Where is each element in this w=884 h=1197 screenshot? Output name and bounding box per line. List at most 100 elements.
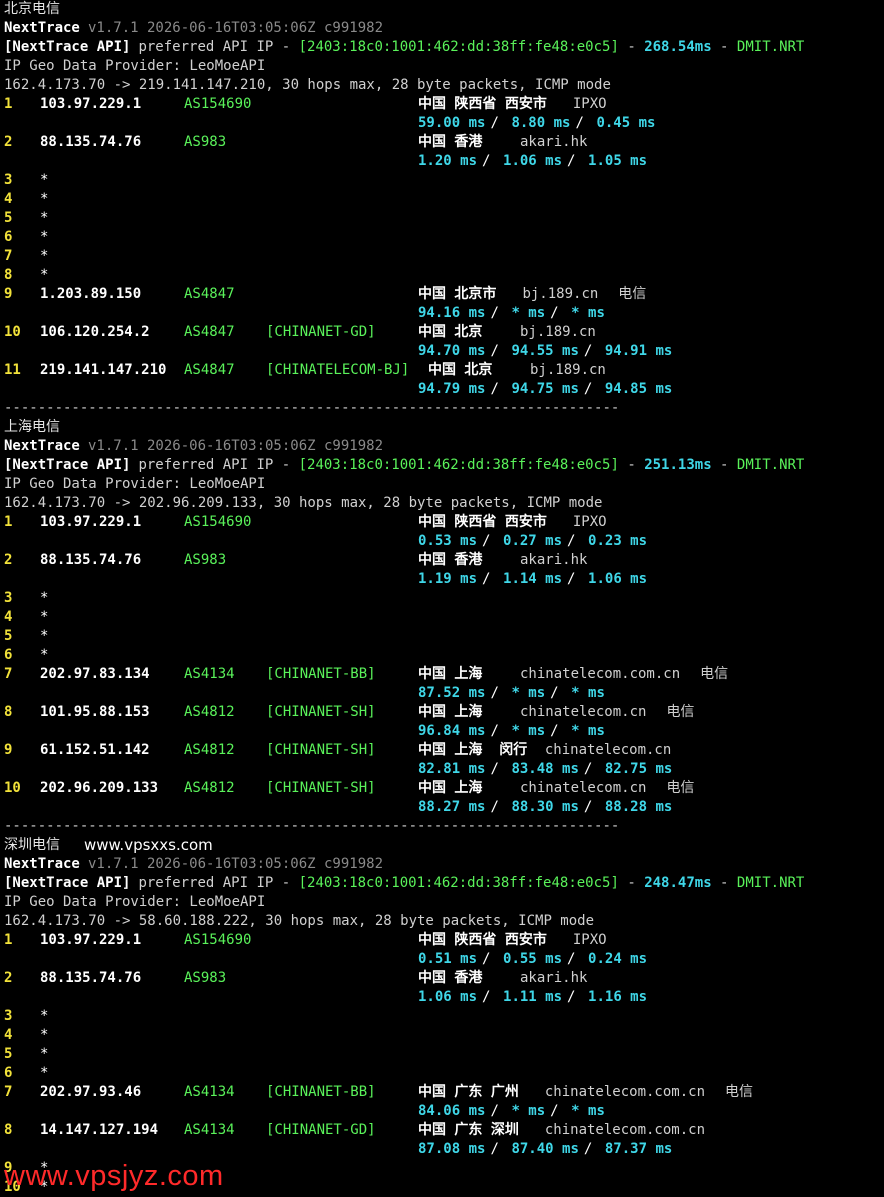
- rtt-separator: /: [550, 685, 559, 701]
- hop-number: 8: [4, 704, 13, 720]
- version-text: v1.7.1 2026-06-16T03:05:06Z c991982: [88, 438, 384, 454]
- hop-rtt: 88.27 ms: [418, 799, 486, 815]
- trace-header-text: 162.4.173.70 -> 58.60.188.222, 30 hops m…: [4, 913, 595, 929]
- hop-isp: 电信: [666, 780, 695, 796]
- hop-rtt: 94.55 ms: [511, 343, 579, 359]
- hop-number: 1: [4, 96, 13, 112]
- hop-rtt: 0.53 ms: [418, 533, 478, 549]
- hop-geo: 中国 陕西省 西安市: [418, 932, 547, 948]
- trace-header-text: 162.4.173.70 -> 202.96.209.133, 30 hops …: [4, 495, 603, 511]
- hop-row: 8 14.147.127.194 AS4134 [CHINANET-GD] 中国 广东 …: [4, 1121, 884, 1140]
- hop-row: 10 106.120.254.2 AS4847 [CHINANET-GD] 中国 北京 b…: [4, 323, 884, 342]
- rtt-separator: /: [490, 343, 499, 359]
- hop-host: chinatelecom.cn: [544, 742, 672, 758]
- trace-header-line: 162.4.173.70 -> 58.60.188.222, 30 hops m…: [4, 912, 884, 931]
- hop-timeout: *: [40, 1027, 49, 1043]
- hop-geo: 中国 北京: [418, 324, 483, 340]
- api-latency: 268.54ms: [644, 39, 712, 55]
- hop-timeout: *: [40, 647, 49, 663]
- hop-ip: 101.95.88.153: [40, 704, 150, 720]
- hop-ip: 202.96.209.133: [40, 780, 159, 796]
- hop-rtt-row: 0.53 ms/0.27 ms/0.23 ms: [4, 532, 884, 551]
- hop-number: 6: [4, 1065, 13, 1081]
- hop-host: chinatelecom.com.cn: [520, 666, 681, 682]
- hop-geo: 中国 香港: [418, 970, 483, 986]
- api-dash: -: [711, 875, 737, 891]
- separator-line: ----------------------------------------…: [4, 399, 884, 418]
- hop-rtt: 88.28 ms: [604, 799, 673, 815]
- hop-ip: 88.135.74.76: [40, 970, 142, 986]
- section-title: 北京电信: [4, 0, 884, 19]
- hop-rtt-row: 1.20 ms/1.06 ms/1.05 ms: [4, 152, 884, 171]
- trace-header-text: 162.4.173.70 -> 219.141.147.210, 30 hops…: [4, 77, 611, 93]
- hop-rtt-row: 94.70 ms/94.55 ms/94.91 ms: [4, 342, 884, 361]
- hop-host: akari.hk: [520, 970, 588, 986]
- hop-host: bj.189.cn: [522, 286, 599, 302]
- hop-ip: 202.97.83.134: [40, 666, 150, 682]
- hop-number: 6: [4, 647, 13, 663]
- hop-rtt: 94.79 ms: [418, 381, 486, 397]
- rtt-separator: /: [490, 305, 499, 321]
- hop-rtt: 1.06 ms: [588, 571, 648, 587]
- rtt-separator: /: [583, 799, 593, 815]
- hop-asn: AS983: [184, 134, 227, 150]
- hop-row: 4 *: [4, 608, 884, 627]
- hop-row: 9 61.152.51.142 AS4812 [CHINANET-SH] 中国 上海 闵…: [4, 741, 884, 760]
- hop-host: bj.189.cn: [530, 362, 606, 378]
- rtt-separator: /: [490, 761, 499, 777]
- hop-number: 10: [4, 324, 21, 340]
- section-title-text: 上海电信: [4, 419, 60, 435]
- hop-isp: 电信: [618, 286, 647, 302]
- hop-asn: AS4134: [184, 1084, 235, 1100]
- hop-row: 11 219.141.147.210 AS4847 [CHINATELECOM-BJ]…: [4, 361, 884, 380]
- hop-number: 5: [4, 628, 13, 644]
- hop-row: 1 103.97.229.1 AS154690 中国 陕西省 西安市 IPXO: [4, 931, 884, 950]
- hop-asn: AS154690: [184, 514, 252, 530]
- rtt-separator: /: [550, 723, 559, 739]
- api-tag: [NextTrace API]: [4, 875, 131, 891]
- hop-rtt: * ms: [571, 1103, 605, 1119]
- hop-rtt-row: 94.79 ms/94.75 ms/94.85 ms: [4, 380, 884, 399]
- rtt-separator: /: [567, 153, 576, 169]
- hop-rtt: 0.51 ms: [418, 951, 478, 967]
- hop-rtt-row: 96.84 ms / * ms / * ms: [4, 722, 884, 741]
- hop-number: 3: [4, 590, 13, 606]
- rtt-separator: /: [490, 381, 499, 397]
- hop-row: 8 101.95.88.153 AS4812 [CHINANET-SH] 中国 上海 ch…: [4, 703, 884, 722]
- hop-geo: 中国 上海 闵行: [418, 742, 528, 758]
- geo-provider-line: IP Geo Data Provider: LeoMoeAPI: [4, 57, 884, 76]
- hop-host: IPXO: [572, 96, 607, 112]
- hop-rtt: 82.81 ms: [418, 761, 486, 777]
- hop-number: 3: [4, 172, 13, 188]
- terminal-output: 北京电信 NextTrace v1.7.1 2026-06-16T03:05:06Z…: [4, 0, 884, 1197]
- rtt-separator: /: [482, 951, 491, 967]
- hop-row: 4 *: [4, 1026, 884, 1045]
- section-title-text: 深圳电信: [4, 837, 60, 853]
- hop-rtt: 0.23 ms: [588, 533, 648, 549]
- rtt-separator: /: [567, 571, 576, 587]
- app-name: NextTrace: [4, 438, 80, 454]
- hop-rtt: 83.48 ms: [511, 761, 579, 777]
- api-dash: -: [618, 39, 645, 55]
- hop-row: 5 *: [4, 1045, 884, 1064]
- hop-geo: 中国 陕西省 西安市: [418, 96, 547, 112]
- rtt-separator: /: [490, 1141, 499, 1157]
- hop-isp: 电信: [666, 704, 695, 720]
- app-name: NextTrace: [4, 20, 80, 36]
- hop-rtt: 94.16 ms: [418, 305, 486, 321]
- hop-rtt: * ms: [511, 723, 546, 739]
- hop-ip: 88.135.74.76: [40, 552, 142, 568]
- hop-asn: AS154690: [184, 932, 252, 948]
- rtt-separator: /: [490, 115, 499, 131]
- version-line: NextTrace v1.7.1 2026-06-16T03:05:06Z c99…: [4, 437, 884, 456]
- hop-row: 5 *: [4, 627, 884, 646]
- api-line: [NextTrace API] preferred API IP - [2403:…: [4, 874, 884, 893]
- hop-network-tag: [CHINATELECOM-BJ]: [266, 362, 410, 378]
- hop-timeout: *: [40, 191, 49, 207]
- hop-asn: AS4134: [184, 666, 235, 682]
- hop-rtt: 1.11 ms: [503, 989, 563, 1005]
- hop-row: 7 *: [4, 247, 884, 266]
- hop-host: akari.hk: [520, 134, 588, 150]
- hop-row: 4 *: [4, 190, 884, 209]
- hop-number: 2: [4, 552, 13, 568]
